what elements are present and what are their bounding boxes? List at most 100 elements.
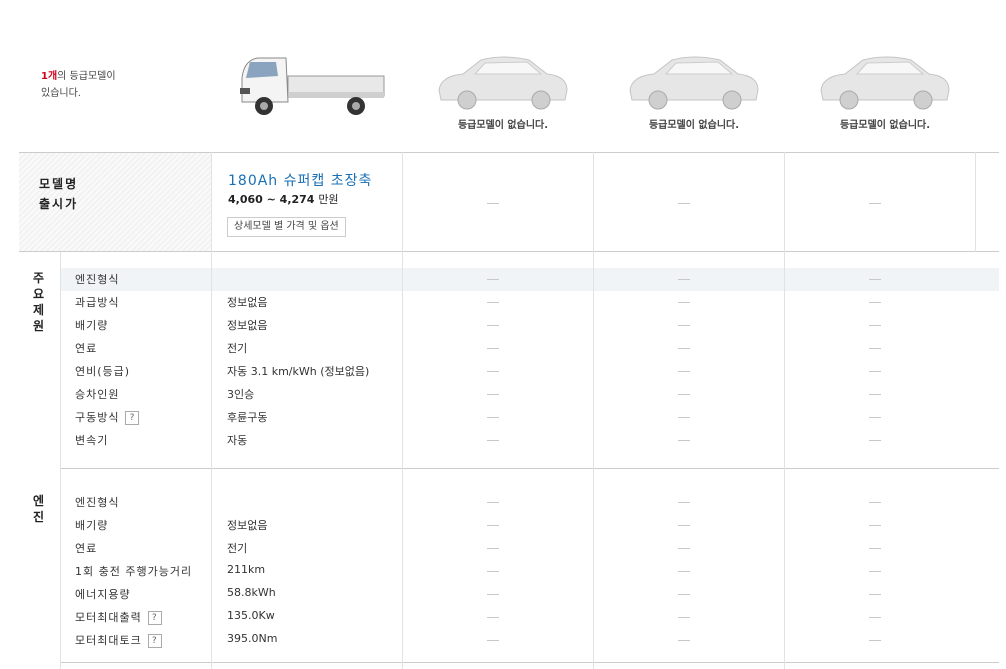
empty-dash bbox=[678, 394, 690, 395]
help-icon[interactable]: ? bbox=[147, 634, 162, 648]
empty-dash bbox=[487, 440, 499, 441]
empty-dash bbox=[487, 571, 499, 572]
spec-value: 3인승 bbox=[227, 388, 255, 401]
spec-label-text: 모터최대출력 bbox=[75, 611, 142, 624]
spec-value: 211km bbox=[227, 563, 266, 576]
detail-options-button[interactable]: 상세모델 별 가격 및 옵션 bbox=[227, 217, 346, 237]
spec-section: 엔진 엔진형식 배기량 정보없음 연료 전기 1회 충전 주행가능거리 211km 에너지용량 5… bbox=[19, 469, 999, 663]
empty-dash bbox=[869, 417, 881, 418]
compare-header: 1개의 등급모델이 있습니다. 등급모델이 없습니다. 등급모델이 없습니다. … bbox=[0, 0, 1006, 152]
empty-dash bbox=[678, 571, 690, 572]
car-placeholder-icon bbox=[820, 56, 950, 110]
spec-row: 구동방식? 후륜구동 bbox=[60, 406, 999, 429]
spec-label: 에너지용량 bbox=[75, 586, 131, 602]
spec-label-text: 배기량 bbox=[75, 519, 109, 532]
spec-value: 후륜구동 bbox=[227, 411, 268, 424]
empty-dash bbox=[487, 394, 499, 395]
spec-label-text: 1회 충전 주행가능거리 bbox=[75, 565, 193, 578]
spec-row: 모터최대출력? 135.0Kw bbox=[60, 606, 999, 629]
empty-dash bbox=[487, 325, 499, 326]
spec-value: 자동 bbox=[227, 434, 248, 447]
spec-label: 엔진형식 bbox=[75, 494, 119, 510]
spec-row: 엔진형식 bbox=[60, 268, 999, 291]
spec-row: 1회 충전 주행가능거리 211km bbox=[60, 560, 999, 583]
spec-label-text: 엔진형식 bbox=[75, 273, 120, 286]
column-divider bbox=[211, 152, 212, 669]
model-name-label: 모델명 bbox=[39, 177, 79, 191]
empty-slot-2: 등급모델이 없습니다. bbox=[599, 50, 789, 150]
empty-dash bbox=[869, 348, 881, 349]
spec-row: 에너지용량 58.8kWh bbox=[60, 583, 999, 606]
model-price-value: 4,060 ~ 4,274 bbox=[228, 193, 315, 206]
spec-label-text: 과급방식 bbox=[75, 296, 120, 309]
empty-dash bbox=[678, 279, 690, 280]
spec-row: 엔진형식 bbox=[60, 491, 999, 514]
spec-row: 연료 전기 bbox=[60, 337, 999, 360]
empty-dash bbox=[678, 640, 690, 641]
empty-dash bbox=[487, 525, 499, 526]
spec-label-text: 엔진형식 bbox=[75, 496, 120, 509]
spec-label-text: 승차인원 bbox=[75, 388, 120, 401]
spec-row: 배기량 정보없음 bbox=[60, 514, 999, 537]
empty-dash bbox=[487, 502, 499, 503]
empty-dash bbox=[678, 348, 690, 349]
car-placeholder-icon bbox=[438, 56, 568, 110]
empty-dash bbox=[869, 502, 881, 503]
spec-row: 변속기 자동 bbox=[60, 429, 999, 452]
empty-dash bbox=[678, 302, 690, 303]
empty-slot-1: 등급모델이 없습니다. bbox=[408, 50, 598, 150]
spec-value: 전기 bbox=[227, 542, 248, 555]
spec-row: 과급방식 정보없음 bbox=[60, 291, 999, 314]
empty-dash bbox=[869, 548, 881, 549]
empty-dash bbox=[678, 371, 690, 372]
empty-dash bbox=[678, 203, 690, 204]
empty-dash bbox=[487, 640, 499, 641]
empty-dash bbox=[487, 348, 499, 349]
empty-dash bbox=[678, 617, 690, 618]
section-title-text: 주요제원 bbox=[33, 271, 45, 333]
model-row: 모델명 출시가 180Ah 슈퍼캡 초장축 4,060 ~ 4,274 만원 상… bbox=[19, 152, 999, 252]
spec-value: 자동 3.1 km/kWh (정보없음) bbox=[227, 365, 370, 378]
column-divider bbox=[402, 152, 403, 669]
column-divider bbox=[60, 252, 61, 669]
model-price-unit: 만원 bbox=[318, 193, 339, 206]
spec-label: 연료 bbox=[75, 540, 97, 556]
empty-dash bbox=[869, 617, 881, 618]
model-price: 4,060 ~ 4,274 만원 bbox=[228, 191, 339, 207]
spec-label: 과급방식 bbox=[75, 294, 119, 310]
spec-label: 연료 bbox=[75, 340, 97, 356]
help-icon[interactable]: ? bbox=[147, 611, 162, 625]
model-count-text: 1개의 등급모델이 있습니다. bbox=[41, 68, 116, 102]
spec-label-text: 모터최대토크 bbox=[75, 634, 142, 647]
spec-label-text: 연비(등급) bbox=[75, 365, 131, 378]
spec-label-text: 구동방식 bbox=[75, 411, 120, 424]
empty-dash bbox=[869, 394, 881, 395]
spec-value: 58.8kWh bbox=[227, 586, 276, 599]
empty-dash bbox=[487, 617, 499, 618]
empty-dash bbox=[869, 640, 881, 641]
truck-image[interactable] bbox=[216, 48, 406, 148]
empty-dash bbox=[869, 594, 881, 595]
model-count-line2: 있습니다. bbox=[41, 88, 81, 99]
empty-dash bbox=[869, 203, 881, 204]
spec-label: 엔진형식 bbox=[75, 271, 119, 287]
truck-icon bbox=[240, 57, 385, 115]
car-placeholder-icon bbox=[629, 56, 759, 110]
spec-value: 135.0Kw bbox=[227, 609, 275, 622]
spec-row: 연료 전기 bbox=[60, 537, 999, 560]
empty-dash bbox=[487, 548, 499, 549]
empty-dash bbox=[487, 371, 499, 372]
spec-label: 연비(등급) bbox=[75, 363, 130, 379]
spec-label-text: 배기량 bbox=[75, 319, 109, 332]
model-count-number: 1개 bbox=[41, 71, 58, 82]
empty-dash bbox=[869, 371, 881, 372]
spec-row: 배기량 정보없음 bbox=[60, 314, 999, 337]
model-name[interactable]: 180Ah 슈퍼캡 초장축 bbox=[228, 170, 372, 190]
help-icon[interactable]: ? bbox=[125, 411, 140, 425]
spec-label: 승차인원 bbox=[75, 386, 119, 402]
empty-dash bbox=[869, 302, 881, 303]
empty-dash bbox=[487, 594, 499, 595]
no-model-caption: 등급모델이 없습니다. bbox=[457, 120, 549, 131]
spec-section: 주요제원 엔진형식과급방식 정보없음 배기량 정보없음 연료 전기연비(등급) 자동 3.1 … bbox=[19, 252, 999, 469]
column-divider bbox=[593, 152, 594, 669]
